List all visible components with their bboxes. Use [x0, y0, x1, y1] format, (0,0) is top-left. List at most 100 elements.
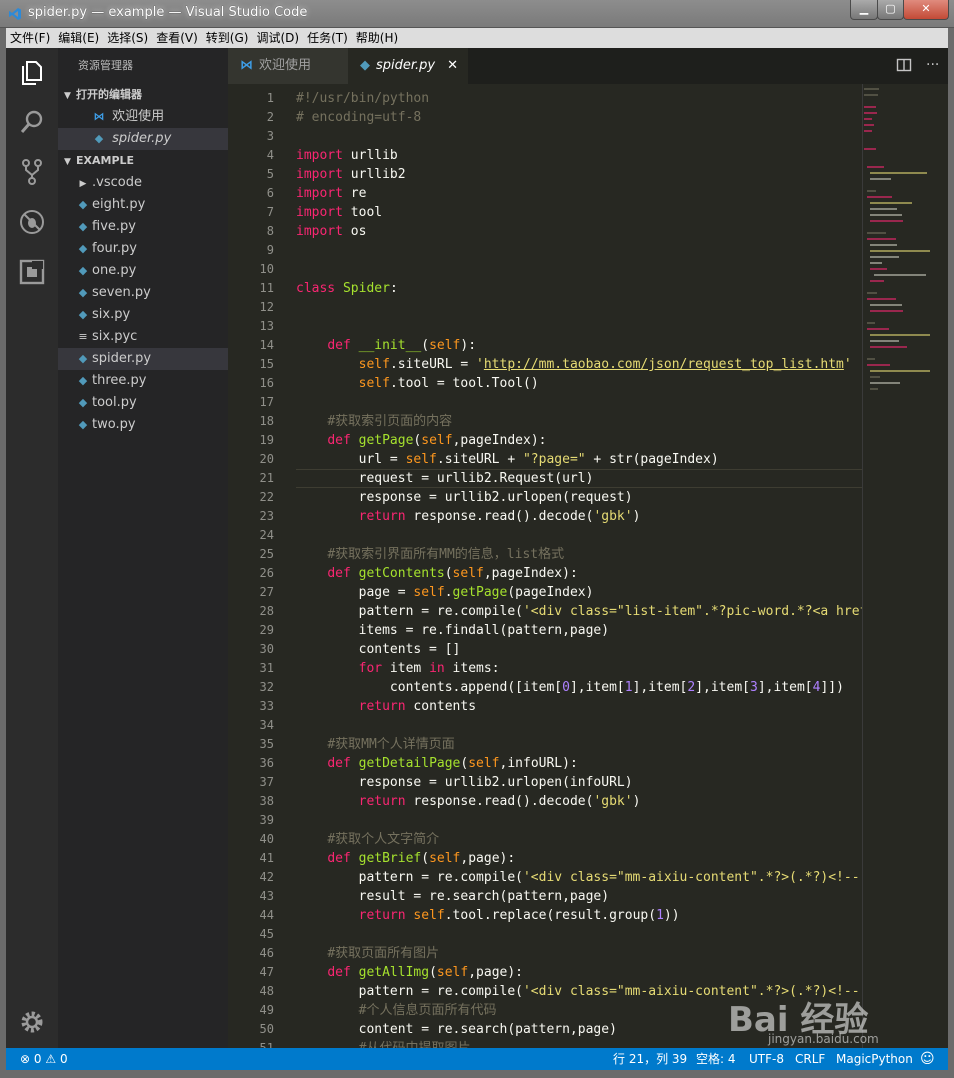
code-line: for item in items:: [358, 661, 500, 676]
file-label: three.py: [92, 373, 147, 388]
file-item-seven[interactable]: ◆ seven.py: [58, 282, 228, 304]
code-line: def getDetailPage(self,infoURL):: [327, 756, 578, 771]
code-line: url = self.siteURL + "?page=" + str(page…: [296, 452, 719, 467]
line-number: 4: [266, 148, 274, 162]
line-number: 48: [259, 984, 274, 998]
python-icon: ◆: [78, 198, 88, 211]
file-item-two[interactable]: ◆ two.py: [58, 414, 228, 436]
vscode-icon: ⋈: [93, 110, 105, 123]
minimize-button[interactable]: ▁: [850, 0, 878, 20]
cursor-position[interactable]: 行 21，列 39: [613, 1048, 687, 1070]
line-number: 17: [259, 395, 274, 409]
open-editors-header[interactable]: ▼ 打开的编辑器: [58, 84, 228, 106]
file-item-one[interactable]: ◆ one.py: [58, 260, 228, 282]
minimap-line: [870, 340, 900, 342]
python-icon: ◆: [78, 418, 88, 431]
minimap-line: [867, 298, 896, 300]
watermark-sub: jingyan.baidu.com: [768, 1032, 879, 1046]
code-line: contents.append([item[0],item[1],item[2]…: [296, 680, 844, 695]
menu-help[interactable]: 帮助(H): [352, 28, 402, 48]
menu-selection[interactable]: 选择(S): [103, 28, 152, 48]
file-item-four[interactable]: ◆ four.py: [58, 238, 228, 260]
minimap-line: [864, 124, 874, 126]
file-item-six[interactable]: ◆ six.py: [58, 304, 228, 326]
minimap-line: [870, 250, 930, 252]
line-number: 2: [266, 110, 274, 124]
file-item-vscode-folder[interactable]: ▶ .vscode: [58, 172, 228, 194]
end-of-line[interactable]: CRLF: [795, 1048, 825, 1070]
line-number: 19: [259, 433, 274, 447]
file-item-three[interactable]: ◆ three.py: [58, 370, 228, 392]
minimap[interactable]: [864, 84, 936, 414]
more-actions-icon[interactable]: ···: [926, 57, 939, 73]
settings-gear-icon[interactable]: [18, 1008, 46, 1036]
window-bottom-border: [0, 1070, 954, 1078]
feedback-smiley-icon[interactable]: ☺: [920, 1048, 935, 1070]
maximize-button[interactable]: ▢: [877, 0, 904, 20]
file-item-six-pyc[interactable]: ≡ six.pyc: [58, 326, 228, 348]
menu-file[interactable]: 文件(F): [6, 28, 54, 48]
open-editor-welcome[interactable]: ⋈ 欢迎使用: [58, 106, 228, 128]
line-number: 12: [259, 300, 274, 314]
minimap-line: [870, 334, 930, 336]
code-line: import tool: [296, 205, 383, 220]
minimap-line: [870, 256, 900, 258]
menu-view[interactable]: 查看(V): [152, 28, 202, 48]
code-line: import urllib: [296, 148, 398, 163]
code-line: response = urllib2.urlopen(infoURL): [296, 775, 633, 790]
code-line: contents = []: [296, 642, 461, 657]
minimap-line: [870, 214, 902, 216]
problems-indicator[interactable]: ⊗ 0 ⚠ 0: [20, 1048, 68, 1070]
list-icon: ≡: [78, 330, 88, 343]
code-line: #获取索引页面的内容: [327, 414, 453, 429]
code-editor[interactable]: #!/usr/bin/python # encoding=utf-8 import …: [296, 84, 862, 1048]
line-number: 23: [259, 509, 274, 523]
file-label: tool.py: [92, 395, 137, 410]
vscode-app-icon: [9, 8, 21, 20]
open-editor-label: spider.py: [112, 131, 172, 146]
file-item-spider[interactable]: ◆ spider.py: [58, 348, 228, 370]
close-icon[interactable]: ✕: [447, 48, 458, 84]
code-line: content = re.search(pattern,page): [296, 1022, 617, 1037]
file-label: two.py: [92, 417, 136, 432]
error-icon: ⊗: [20, 1052, 31, 1066]
files-icon[interactable]: [18, 58, 46, 86]
minimap-line: [864, 106, 876, 108]
line-number: 33: [259, 699, 274, 713]
line-number: 26: [259, 566, 274, 580]
file-item-five[interactable]: ◆ five.py: [58, 216, 228, 238]
file-item-tool[interactable]: ◆ tool.py: [58, 392, 228, 414]
code-line: return response.read().decode('gbk'): [358, 509, 641, 524]
debug-icon[interactable]: [18, 208, 46, 236]
menu-tasks[interactable]: 任务(T): [303, 28, 352, 48]
line-number: 35: [259, 737, 274, 751]
editor-scrollbar[interactable]: [862, 84, 863, 1048]
tab-welcome[interactable]: ⋈ 欢迎使用: [228, 48, 348, 84]
code-line: #!/usr/bin/python: [296, 91, 430, 106]
menu-go[interactable]: 转到(G): [202, 28, 253, 48]
tab-spider[interactable]: ◆ spider.py ✕: [348, 48, 468, 84]
line-number: 22: [259, 490, 274, 504]
minimap-line: [867, 358, 876, 360]
encoding[interactable]: UTF-8: [749, 1048, 784, 1070]
line-number: 47: [259, 965, 274, 979]
line-number: 18: [259, 414, 274, 428]
open-editor-spider[interactable]: ◆ spider.py: [58, 128, 228, 150]
file-label: five.py: [92, 219, 136, 234]
language-mode[interactable]: MagicPython: [836, 1048, 913, 1070]
minimap-line: [867, 190, 877, 192]
close-window-button[interactable]: ✕: [903, 0, 949, 20]
search-icon[interactable]: [18, 108, 46, 136]
minimap-line: [864, 130, 873, 132]
source-control-icon[interactable]: [18, 158, 46, 186]
menu-edit[interactable]: 编辑(E): [54, 28, 103, 48]
menu-debug[interactable]: 调试(D): [252, 28, 303, 48]
file-item-eight[interactable]: ◆ eight.py: [58, 194, 228, 216]
indentation[interactable]: 空格: 4: [696, 1048, 736, 1070]
minimap-line: [867, 166, 885, 168]
extensions-icon[interactable]: [18, 258, 46, 286]
python-icon: ◆: [78, 286, 88, 299]
workbench: 资源管理器 ▼ 打开的编辑器 ⋈ 欢迎使用 ◆ spider.py ▼ EXAMPL…: [6, 48, 948, 1055]
project-header[interactable]: ▼ EXAMPLE: [58, 150, 228, 172]
split-editor-icon[interactable]: [896, 57, 912, 73]
